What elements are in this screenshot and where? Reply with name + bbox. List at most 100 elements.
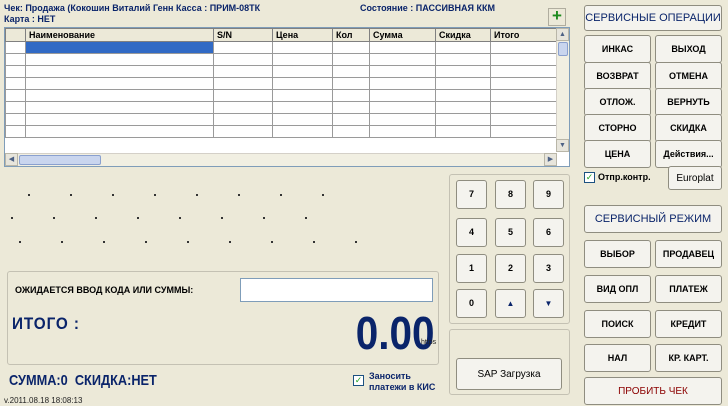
service-operations-header[interactable]: СЕРВИСНЫЕ ОПЕРАЦИИ — [584, 5, 722, 31]
table-row[interactable] — [5, 53, 558, 66]
table-cell[interactable] — [25, 125, 214, 138]
row-indicator-cell[interactable] — [5, 65, 26, 78]
service-mode-button-4[interactable]: ПОИСК — [584, 310, 651, 338]
numpad-key-3[interactable]: 3 — [533, 254, 564, 283]
table-cell[interactable] — [25, 113, 214, 126]
table-cell[interactable] — [369, 53, 436, 66]
operation-button-9[interactable]: Действия... — [655, 140, 722, 168]
table-row[interactable] — [5, 101, 558, 114]
table-cell[interactable] — [25, 53, 214, 66]
col-header-total[interactable]: Итого — [490, 28, 558, 42]
table-cell[interactable] — [213, 125, 273, 138]
numpad-key-4[interactable]: 4 — [456, 218, 487, 247]
col-header-discount[interactable]: Скидка — [435, 28, 491, 42]
service-mode-header[interactable]: СЕРВИСНЫЙ РЕЖИМ — [584, 205, 722, 233]
table-cell[interactable] — [332, 53, 370, 66]
table-cell[interactable] — [490, 53, 558, 66]
table-cell[interactable] — [213, 65, 273, 78]
scroll-up-icon[interactable]: ▲ — [556, 28, 569, 41]
table-cell[interactable] — [490, 101, 558, 114]
vertical-scrollbar[interactable]: ▲ ▼ — [556, 28, 569, 152]
table-cell[interactable] — [435, 77, 491, 90]
table-cell[interactable] — [213, 113, 273, 126]
table-cell[interactable] — [369, 89, 436, 102]
operation-button-2[interactable]: ВОЗВРАТ — [584, 62, 651, 90]
table-cell[interactable] — [435, 89, 491, 102]
table-cell[interactable] — [332, 89, 370, 102]
table-cell[interactable] — [25, 89, 214, 102]
kis-checkbox[interactable]: ✓ — [353, 375, 364, 386]
table-cell[interactable] — [369, 77, 436, 90]
table-cell[interactable] — [332, 41, 370, 54]
row-indicator-cell[interactable] — [5, 77, 26, 90]
table-cell[interactable] — [490, 113, 558, 126]
table-cell[interactable] — [25, 41, 214, 54]
otpr-kontr-checkbox[interactable]: ✓ — [584, 172, 595, 183]
row-indicator-cell[interactable] — [5, 125, 26, 138]
operation-button-3[interactable]: ОТМЕНА — [655, 62, 722, 90]
table-row[interactable] — [5, 77, 558, 90]
table-cell[interactable] — [25, 101, 214, 114]
table-cell[interactable] — [272, 77, 333, 90]
table-cell[interactable] — [369, 113, 436, 126]
table-cell[interactable] — [272, 101, 333, 114]
table-row[interactable] — [5, 89, 558, 102]
table-row[interactable] — [5, 41, 558, 54]
table-cell[interactable] — [332, 101, 370, 114]
table-cell[interactable] — [272, 89, 333, 102]
arrow-up-key[interactable]: ▲ — [495, 289, 526, 318]
col-header-name[interactable]: Наименование — [25, 28, 214, 42]
operation-button-7[interactable]: СКИДКА — [655, 114, 722, 142]
table-cell[interactable] — [435, 113, 491, 126]
table-cell[interactable] — [435, 101, 491, 114]
vertical-scroll-thumb[interactable] — [558, 42, 568, 56]
operation-button-6[interactable]: СТОРНО — [584, 114, 651, 142]
sap-load-button[interactable]: SAP Загрузка — [456, 358, 562, 390]
operation-button-0[interactable]: ИНКАС — [584, 35, 651, 63]
service-mode-button-6[interactable]: НАЛ — [584, 344, 651, 372]
table-cell[interactable] — [272, 65, 333, 78]
col-header-price[interactable]: Цена — [272, 28, 333, 42]
table-cell[interactable] — [435, 125, 491, 138]
table-cell[interactable] — [369, 65, 436, 78]
add-item-button[interactable]: + — [548, 7, 566, 26]
table-cell[interactable] — [490, 65, 558, 78]
table-cell[interactable] — [369, 41, 436, 54]
table-cell[interactable] — [435, 65, 491, 78]
table-cell[interactable] — [213, 77, 273, 90]
horizontal-scroll-thumb[interactable] — [19, 155, 101, 165]
table-cell[interactable] — [213, 41, 273, 54]
operation-button-4[interactable]: ОТЛОЖ. — [584, 88, 651, 116]
numpad-key-7[interactable]: 7 — [456, 180, 487, 209]
horizontal-scrollbar[interactable]: ◀ ▶ — [5, 153, 557, 166]
row-indicator-cell[interactable] — [5, 113, 26, 126]
row-indicator-cell[interactable] — [5, 41, 26, 54]
numpad-key-9[interactable]: 9 — [533, 180, 564, 209]
numpad-key-1[interactable]: 1 — [456, 254, 487, 283]
operation-button-1[interactable]: ВЫХОД — [655, 35, 722, 63]
table-cell[interactable] — [272, 113, 333, 126]
table-cell[interactable] — [272, 53, 333, 66]
table-cell[interactable] — [332, 113, 370, 126]
table-row[interactable] — [5, 113, 558, 126]
table-cell[interactable] — [213, 53, 273, 66]
table-cell[interactable] — [435, 41, 491, 54]
numpad-key-5[interactable]: 5 — [495, 218, 526, 247]
numpad-key-6[interactable]: 6 — [533, 218, 564, 247]
numpad-key-0[interactable]: 0 — [456, 289, 487, 318]
col-header-qty[interactable]: Кол — [332, 28, 370, 42]
numpad-key-8[interactable]: 8 — [495, 180, 526, 209]
service-mode-button-2[interactable]: ВИД ОПЛ — [584, 275, 651, 303]
print-check-button[interactable]: ПРОБИТЬ ЧЕК — [584, 377, 722, 405]
col-header-sn[interactable]: S/N — [213, 28, 273, 42]
table-cell[interactable] — [490, 41, 558, 54]
table-cell[interactable] — [490, 125, 558, 138]
scroll-down-icon[interactable]: ▼ — [556, 139, 569, 152]
items-grid[interactable]: Наименование S/N Цена Кол Сумма Скидка И… — [4, 27, 570, 167]
table-cell[interactable] — [369, 125, 436, 138]
service-mode-button-7[interactable]: КР. КАРТ. — [655, 344, 722, 372]
numpad-key-2[interactable]: 2 — [495, 254, 526, 283]
scroll-right-icon[interactable]: ▶ — [544, 153, 557, 166]
table-cell[interactable] — [435, 53, 491, 66]
operation-button-8[interactable]: ЦЕНА — [584, 140, 651, 168]
